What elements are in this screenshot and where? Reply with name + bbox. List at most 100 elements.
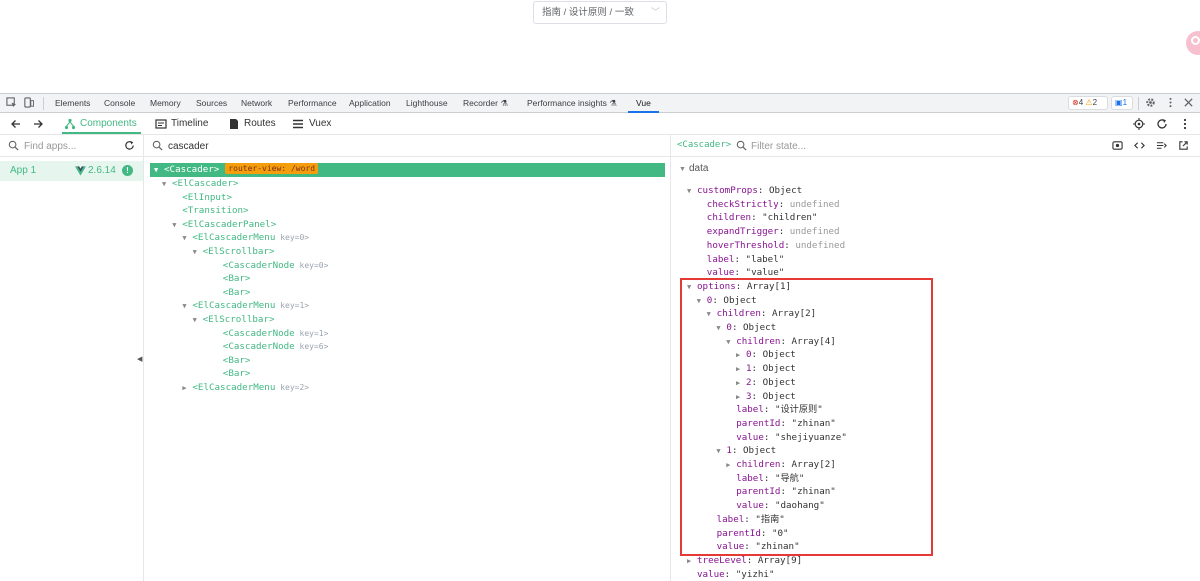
tree-node-name: <ElCascaderMenu	[192, 382, 276, 393]
tree-node[interactable]: ▼ <ElCascader>	[162, 177, 238, 191]
app-name: App 1	[10, 165, 37, 176]
more-vertical-icon[interactable]	[1179, 118, 1191, 130]
tree-node-name: <Transition>	[182, 205, 249, 217]
tree-node-name: <ElScrollbar>	[202, 246, 275, 257]
tab-elements[interactable]: Elements	[55, 94, 90, 113]
state-value: "children"	[762, 212, 818, 224]
screenshot-icon[interactable]	[1112, 140, 1123, 151]
tree-node-name: <ElScrollbar>	[202, 314, 275, 325]
nav-timeline-label: Timeline	[171, 118, 209, 129]
tab-sources[interactable]: Sources	[196, 94, 227, 113]
state-key: customProps	[697, 185, 758, 196]
tree-node[interactable]: <Bar>	[213, 286, 251, 300]
floating-widget[interactable]	[1186, 31, 1200, 55]
tab-performance-insights[interactable]: Performance insights ⚗	[527, 94, 617, 113]
tree-node[interactable]: ▼ <ElScrollbar>	[193, 245, 275, 259]
tree-node[interactable]: ▶ <ElCascaderMenu key=2>	[182, 381, 309, 395]
collapse-arrow-icon: ▼	[192, 248, 197, 256]
tab-network[interactable]: Network	[241, 94, 272, 113]
page-viewport: 指南 / 设计原则 / 一致 ﹀	[0, 0, 1200, 94]
tree-node[interactable]: ▼ <ElCascaderMenu key=1>	[182, 299, 309, 313]
state-row: value: "yizhi"	[697, 568, 774, 581]
more-vertical-icon[interactable]	[1165, 97, 1176, 108]
apps-search-input[interactable]	[24, 138, 114, 154]
tree-node-selected[interactable]: ▼ <Cascader> router-view: /word	[150, 163, 665, 177]
tab-performance[interactable]: Performance	[288, 94, 337, 113]
tree-node[interactable]: <ElInput>	[172, 191, 232, 205]
tree-node[interactable]: <Transition>	[172, 204, 248, 218]
external-link-icon[interactable]	[1178, 140, 1189, 151]
selected-component-name: <Cascader>	[677, 140, 732, 150]
arrow-right-icon[interactable]	[32, 118, 44, 130]
highlight-annotation-box	[680, 278, 933, 556]
expand-arrow-icon: ▼	[154, 166, 159, 174]
nav-vuex[interactable]: Vuex	[292, 114, 331, 134]
collapse-arrow-icon: ▼	[172, 220, 177, 229]
collapse-panel-icon[interactable]: ◀	[137, 355, 142, 363]
tab-recorder[interactable]: Recorder ⚗	[463, 94, 508, 113]
state-row: label: "label"	[707, 253, 784, 267]
apps-panel: App 1 2.6.14 ! ◀	[0, 135, 144, 581]
widget-icon	[1191, 36, 1200, 45]
crosshair-icon[interactable]	[1133, 118, 1145, 130]
tree-node[interactable]: <Bar>	[213, 354, 251, 368]
state-row: expandTrigger: undefined	[707, 225, 840, 239]
nav-components[interactable]: Components	[62, 114, 141, 134]
state-separator: :	[778, 198, 790, 210]
error-icon: ⊗	[1072, 98, 1079, 107]
state-separator: :	[734, 253, 746, 265]
message-count: 1	[1122, 98, 1128, 107]
state-value: undefined	[789, 226, 840, 238]
filter-state-input[interactable]	[751, 138, 991, 154]
component-search-input[interactable]	[168, 138, 468, 154]
state-row[interactable]: ▼ customProps: Object	[687, 184, 802, 198]
tab-console[interactable]: Console	[104, 94, 135, 113]
state-value: Object	[768, 185, 803, 196]
open-in-editor-icon[interactable]	[1156, 140, 1167, 151]
state-key: treeLevel	[697, 554, 747, 566]
vue-logo-icon	[75, 166, 86, 176]
refresh-icon[interactable]	[1156, 118, 1168, 130]
tree-node[interactable]: <CascaderNode key=1>	[213, 327, 329, 341]
state-section-data[interactable]: ▼ data	[679, 163, 708, 174]
close-icon[interactable]	[1183, 97, 1194, 108]
nav-routes[interactable]: Routes	[228, 114, 276, 134]
tab-lighthouse[interactable]: Lighthouse	[406, 94, 448, 113]
inspect-element-icon[interactable]	[6, 97, 17, 108]
tree-node[interactable]: <Bar>	[213, 272, 251, 286]
state-row: checkStrictly: undefined	[707, 198, 840, 212]
device-toolbar-icon[interactable]	[23, 97, 34, 108]
message-icon: ▣	[1115, 98, 1123, 107]
tree-node[interactable]: <CascaderNode key=0>	[213, 259, 329, 273]
code-icon[interactable]	[1134, 140, 1145, 151]
collapse-arrow-icon: ▼	[182, 234, 187, 243]
tab-memory[interactable]: Memory	[150, 94, 181, 113]
tree-node[interactable]: ▼ <ElCascaderMenu key=0>	[182, 231, 309, 245]
arrow-left-icon[interactable]	[10, 118, 22, 130]
cascader-value: 指南 / 设计原则 / 一致	[542, 7, 634, 18]
tree-node[interactable]: ▼ <ElCascaderPanel>	[172, 218, 276, 232]
state-key: checkStrictly	[706, 198, 779, 210]
router-view-badge: router-view: /word	[225, 163, 319, 174]
app-list-item[interactable]: App 1 2.6.14 !	[0, 161, 143, 181]
state-value: "label"	[745, 253, 785, 265]
state-value: "value"	[745, 267, 785, 279]
tree-node-name: <ElCascaderPanel>	[182, 218, 277, 230]
tree-node-name: <CascaderNode	[222, 327, 295, 339]
tree-node[interactable]: ▼ <ElScrollbar>	[193, 313, 275, 327]
nav-timeline[interactable]: Timeline	[155, 114, 208, 134]
refresh-icon[interactable]	[124, 140, 135, 151]
tree-search-row	[144, 135, 670, 157]
state-row: hoverThreshold: undefined	[707, 239, 845, 253]
gear-icon[interactable]	[1145, 97, 1156, 108]
tree-node[interactable]: <CascaderNode key=6>	[213, 340, 329, 354]
tab-vue[interactable]: Vue	[628, 94, 659, 113]
messages-badge[interactable]: ▣1	[1111, 96, 1133, 110]
tab-application[interactable]: Application	[349, 94, 391, 113]
cascader-select[interactable]: 指南 / 设计原则 / 一致 ﹀	[533, 1, 667, 24]
issues-badge[interactable]: ⊗4 ⚠2	[1068, 96, 1108, 110]
state-value: "yizhi"	[735, 568, 775, 580]
tree-node[interactable]: <Bar>	[213, 367, 251, 381]
state-separator: :	[746, 554, 758, 566]
flask-icon: ⚗	[609, 98, 617, 108]
